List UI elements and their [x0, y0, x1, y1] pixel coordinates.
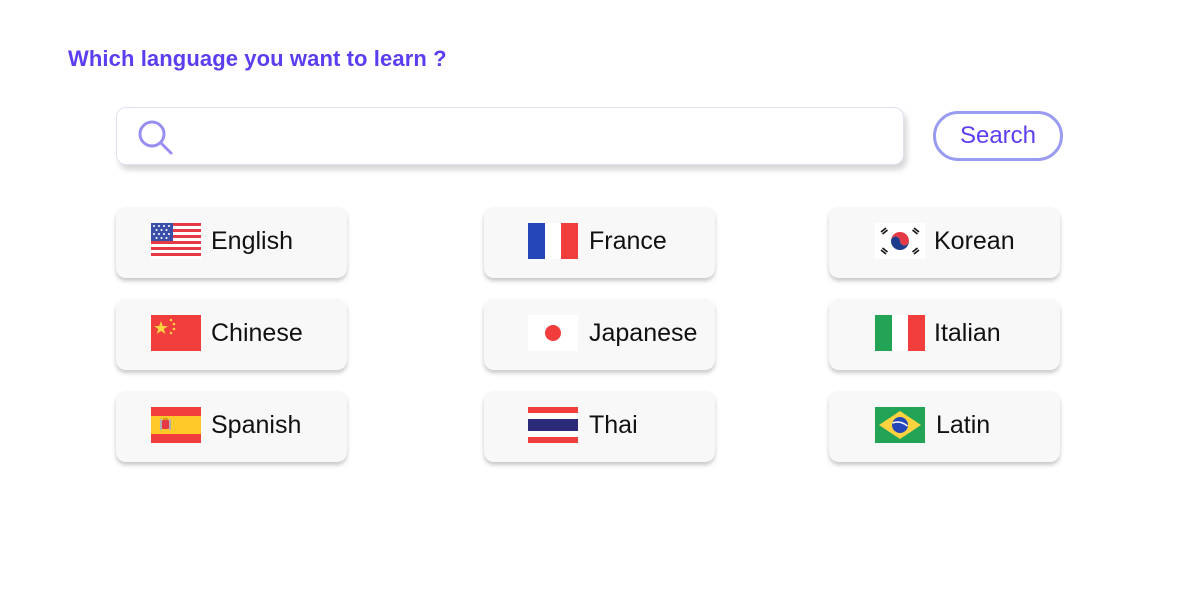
search-button[interactable]: Search — [933, 111, 1063, 161]
language-card-korean[interactable]: Korean — [829, 207, 1060, 278]
language-label: Latin — [936, 411, 991, 439]
language-label: Italian — [934, 319, 1001, 347]
language-label: Spanish — [211, 411, 302, 439]
language-label: France — [589, 227, 667, 255]
italy-flag-icon — [875, 315, 925, 351]
search-icon — [138, 120, 173, 155]
japan-flag-icon — [528, 315, 578, 351]
language-card-france[interactable]: France — [484, 207, 715, 278]
thailand-flag-icon — [528, 407, 578, 443]
language-label: Japanese — [589, 319, 698, 347]
language-card-japanese[interactable]: Japanese — [484, 299, 715, 370]
search-input[interactable] — [185, 116, 889, 156]
korea-flag-icon — [875, 223, 925, 259]
china-flag-icon — [151, 315, 201, 351]
language-card-latin[interactable]: Latin — [829, 391, 1060, 462]
language-card-english[interactable]: English — [116, 207, 347, 278]
language-label: Korean — [934, 227, 1015, 255]
language-label: Chinese — [211, 319, 303, 347]
language-card-italian[interactable]: Italian — [829, 299, 1060, 370]
language-label: Thai — [589, 411, 638, 439]
page-title: Which language you want to learn ? — [68, 46, 447, 71]
language-card-chinese[interactable]: Chinese — [116, 299, 347, 370]
us-flag-icon — [151, 223, 201, 259]
spain-flag-icon — [151, 407, 201, 443]
language-card-thai[interactable]: Thai — [484, 391, 715, 462]
france-flag-icon — [528, 223, 578, 259]
brazil-flag-icon — [875, 407, 925, 443]
language-card-spanish[interactable]: Spanish — [116, 391, 347, 462]
search-box[interactable] — [116, 107, 904, 165]
language-label: English — [211, 227, 293, 255]
